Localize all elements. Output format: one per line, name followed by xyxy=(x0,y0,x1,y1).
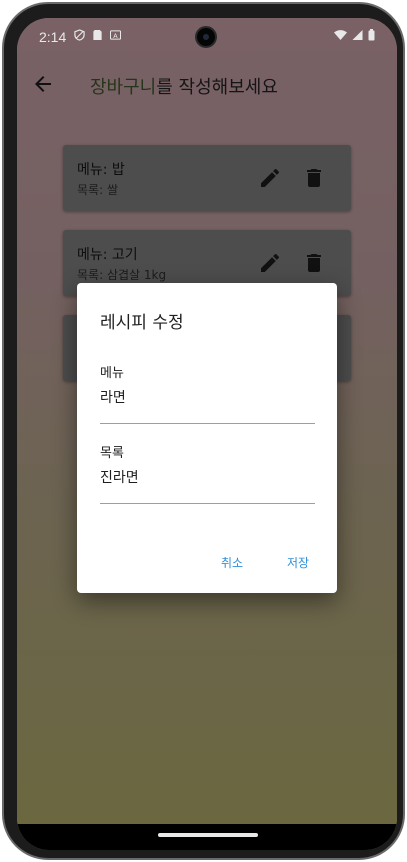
list-input[interactable] xyxy=(100,469,315,485)
battery-icon xyxy=(368,29,375,41)
menu-label: 메뉴 xyxy=(100,366,124,381)
signal-icon xyxy=(352,29,363,41)
shield-icon xyxy=(74,29,85,41)
app-screen: 장바구니를 작성해보세요 메뉴: 밥 목록: 쌀 메뉴: 고기 목록: 삼겹살 … xyxy=(17,18,397,850)
wifi-icon xyxy=(334,30,347,40)
status-time: 2:14 xyxy=(39,29,67,45)
home-indicator[interactable] xyxy=(158,833,258,837)
front-camera xyxy=(195,26,217,48)
phone-frame: 장바구니를 작성해보세요 메뉴: 밥 목록: 쌀 메뉴: 고기 목록: 삼겹살 … xyxy=(2,2,405,860)
list-input-underline xyxy=(100,503,315,504)
save-button[interactable]: 저장 xyxy=(287,554,309,571)
list-label: 목록 xyxy=(100,446,124,461)
svg-text:A: A xyxy=(113,32,118,40)
cancel-button[interactable]: 취소 xyxy=(221,554,243,571)
menu-input[interactable] xyxy=(100,389,315,405)
keyboard-icon: A xyxy=(110,30,121,40)
edit-recipe-dialog: 레시피 수정 메뉴 목록 취소 저장 xyxy=(77,283,337,593)
navigation-bar xyxy=(17,824,397,850)
sim-card-icon xyxy=(93,29,102,41)
menu-input-underline xyxy=(100,423,315,424)
status-bar: 2:14 A xyxy=(17,18,397,56)
dialog-title: 레시피 수정 xyxy=(100,313,184,333)
